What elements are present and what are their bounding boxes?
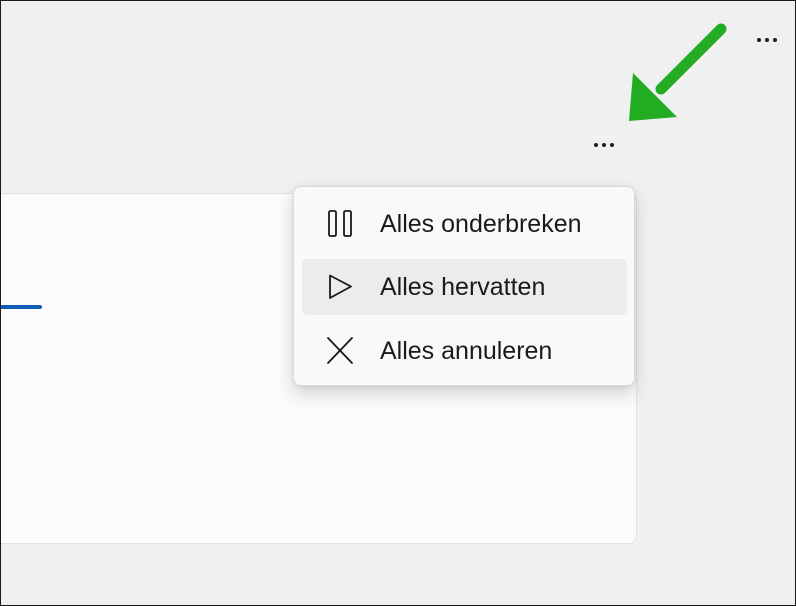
more-options-button[interactable] <box>747 28 787 52</box>
menu-item-label: Alles hervatten <box>380 273 546 301</box>
context-menu: Alles onderbreken Alles hervatten Alles … <box>293 186 635 386</box>
more-dot <box>773 38 777 42</box>
close-icon <box>327 337 353 364</box>
play-icon <box>329 274 352 299</box>
menu-item-label: Alles onderbreken <box>380 210 582 238</box>
more-dot <box>765 38 769 42</box>
menu-item-pause-all[interactable]: Alles onderbreken <box>302 196 627 252</box>
downloads-window: Alles onderbreken Alles hervatten Alles … <box>0 0 796 606</box>
downloads-more-options-button[interactable] <box>584 133 624 157</box>
menu-item-resume-all[interactable]: Alles hervatten <box>302 259 627 315</box>
green-arrow-annotation <box>629 23 727 121</box>
more-dot <box>594 143 598 147</box>
download-progress-bar <box>1 305 42 309</box>
menu-item-cancel-all[interactable]: Alles annuleren <box>302 323 627 379</box>
more-dot <box>610 143 614 147</box>
pause-icon <box>328 210 352 237</box>
more-dot <box>602 143 606 147</box>
more-dot <box>757 38 761 42</box>
menu-item-label: Alles annuleren <box>380 337 553 365</box>
